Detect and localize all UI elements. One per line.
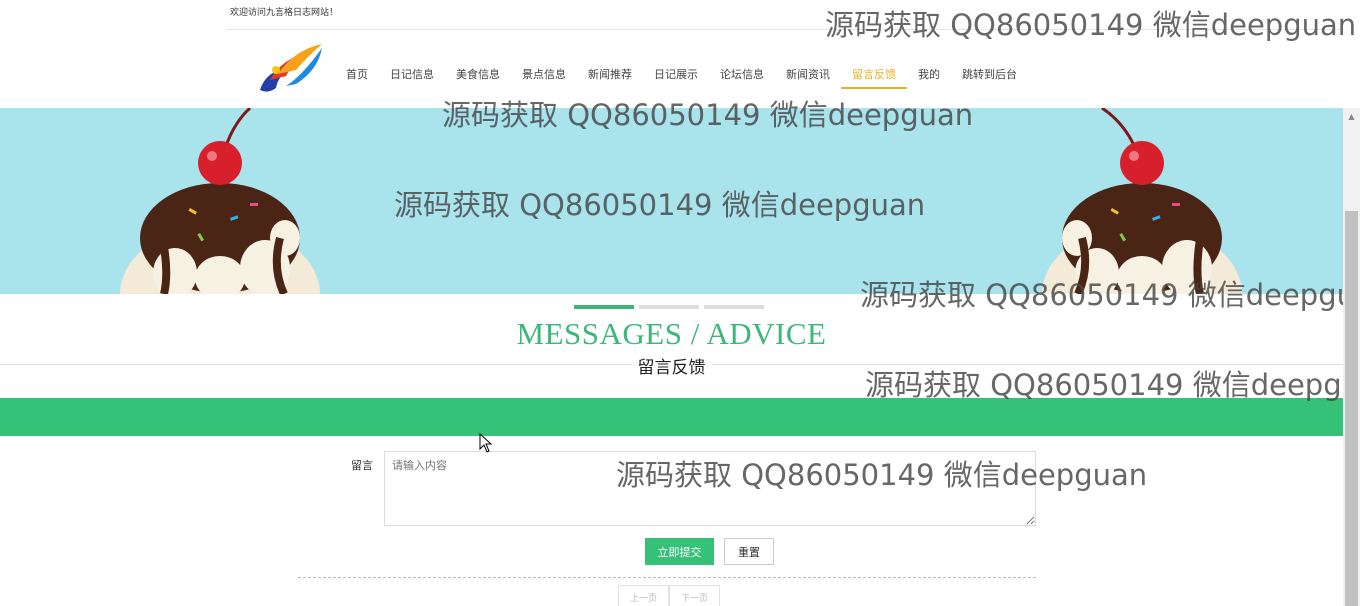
mouse-cursor-icon <box>479 433 493 453</box>
watermark-1: 源码获取 QQ86050149 微信deepguan <box>825 8 1357 42</box>
nav-item-forum[interactable]: 论坛信息 <box>709 62 775 89</box>
nav-item-mine[interactable]: 我的 <box>907 62 951 89</box>
nav-item-news[interactable]: 新闻资讯 <box>775 62 841 89</box>
nav-item-home[interactable]: 首页 <box>335 62 379 89</box>
submit-button[interactable]: 立即提交 <box>645 538 714 565</box>
cupcake-right-image <box>1042 108 1242 294</box>
section-banner-bar <box>0 398 1343 436</box>
nav-item-scenic-info[interactable]: 景点信息 <box>511 62 577 89</box>
nav-item-diary-info[interactable]: 日记信息 <box>379 62 445 89</box>
pagination: 上一页 下一页 <box>618 585 720 606</box>
message-textarea[interactable] <box>384 451 1036 526</box>
section-subtitle: 留言反馈 <box>631 358 712 378</box>
carousel-indicators <box>574 305 764 309</box>
scroll-up-arrow-icon[interactable]: ▲ <box>1343 108 1360 125</box>
banner-carousel[interactable] <box>0 108 1343 294</box>
main-nav: 首页 日记信息 美食信息 景点信息 新闻推荐 日记展示 论坛信息 新闻资讯 留言… <box>335 62 1028 92</box>
nav-item-feedback[interactable]: 留言反馈 <box>841 62 907 89</box>
reset-button[interactable]: 重置 <box>724 538 774 565</box>
carousel-dot-3[interactable] <box>704 305 764 309</box>
page-scrollbar[interactable]: ▲ <box>1343 108 1360 606</box>
nav-item-news-recommend[interactable]: 新闻推荐 <box>577 62 643 89</box>
dashed-divider <box>298 577 1036 578</box>
nav-item-food-info[interactable]: 美食信息 <box>445 62 511 89</box>
site-logo[interactable] <box>256 40 328 96</box>
next-page-button[interactable]: 下一页 <box>669 585 720 606</box>
scroll-thumb[interactable] <box>1345 211 1358 606</box>
welcome-text: 欢迎访问九言格日志网站！ <box>230 8 339 18</box>
nav-item-diary-show[interactable]: 日记展示 <box>643 62 709 89</box>
message-label: 留言 <box>351 459 373 472</box>
carousel-dot-2[interactable] <box>639 305 699 309</box>
prev-page-button[interactable]: 上一页 <box>618 585 669 606</box>
cupcake-left-image <box>120 108 320 294</box>
header-divider <box>226 29 1342 30</box>
section-subtitle-wrap: 留言反馈 <box>0 353 1343 378</box>
nav-item-admin[interactable]: 跳转到后台 <box>951 62 1028 89</box>
section-title: MESSAGES / ADVICE <box>516 316 827 351</box>
carousel-dot-1[interactable] <box>574 305 634 309</box>
